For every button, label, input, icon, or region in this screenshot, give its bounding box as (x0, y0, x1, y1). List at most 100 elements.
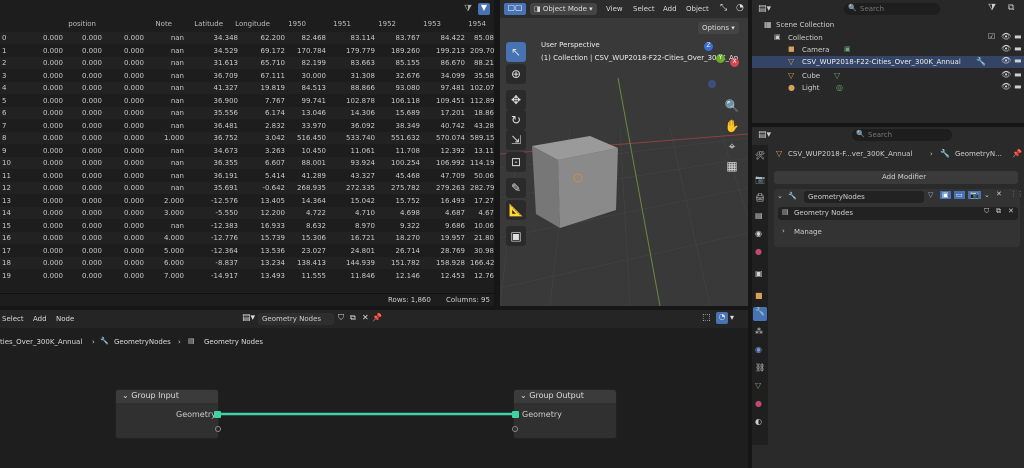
table-cell: 86.670 (440, 59, 466, 67)
manage-chevron-icon[interactable]: › (782, 227, 785, 235)
move-tool-icon[interactable]: ✥ (506, 90, 526, 110)
rotate-tool-icon[interactable]: ↻ (506, 110, 526, 130)
physics-tab-icon[interactable]: ◉ (755, 345, 762, 354)
gizmo-icon[interactable]: ⤡ (720, 3, 727, 13)
outliner-row-cube[interactable]: ▽ Cube ▽ 👁 ▬ (752, 70, 1024, 81)
realtime-icon[interactable]: ▭ (954, 191, 965, 199)
zoom-icon[interactable]: 🔍 (722, 96, 742, 116)
select-tool-icon[interactable]: ↖ (506, 42, 526, 62)
outliner-row-light[interactable]: ● Light ◎ 👁 ▬ (752, 82, 1024, 93)
output-tab-icon[interactable]: 🖨 (755, 193, 765, 202)
manage-label[interactable]: Manage (794, 228, 822, 236)
texture-tab-icon[interactable]: ◐ (755, 417, 762, 426)
close-icon[interactable]: ✕ (996, 190, 1002, 198)
gizmo-x[interactable]: X (730, 58, 739, 67)
dropdown-icon[interactable]: ⌄ (984, 191, 990, 199)
node-editor[interactable]: Select Add Node ▤▾ Geometry Nodes ⛉ ⧉ ✕ … (0, 310, 748, 468)
outliner-row-collection[interactable]: ▣ Collection ☑ 👁 ▬ (752, 32, 1024, 43)
measure-tool-icon[interactable]: 📐 (506, 200, 526, 220)
eye-icon[interactable]: 👁 (1001, 44, 1011, 53)
edit-mode-icon[interactable]: ▽ (928, 191, 933, 199)
table-cell: 0.000 (123, 146, 144, 155)
modifier-name-field[interactable]: GeometryNodes (804, 191, 924, 203)
object-mode-dropdown[interactable]: ◨ Object Mode ▾ (530, 3, 597, 15)
camera-icon[interactable]: ▬ (1014, 32, 1022, 41)
unlink-icon[interactable]: ✕ (1008, 207, 1014, 215)
menu-view[interactable]: View (606, 5, 623, 13)
outliner-row-camera[interactable]: ■ Camera ▣ 👁 ▬ (752, 44, 1024, 55)
group-input-node[interactable]: ⌄ Group Input Geometry (115, 389, 221, 439)
gizmo-neg-x[interactable] (708, 80, 716, 88)
gizmo-y[interactable]: Y (716, 54, 725, 63)
filter-icon[interactable]: ⧩ (988, 3, 996, 13)
data-tab-icon[interactable]: ▽ (755, 381, 761, 390)
eye-icon[interactable]: 👁 (1001, 56, 1011, 65)
add-modifier-button[interactable]: Add Modifier (774, 171, 1018, 184)
table-row: 17 0.000 0.000 0.000 5.000 -12.364 13.536 23.02… (0, 244, 494, 257)
menu-add[interactable]: Add (663, 5, 677, 13)
table-cell: 0.000 (123, 84, 144, 92)
table-row: 13 0.000 0.000 0.000 2.000 -12.576 13.405 14.36… (0, 194, 494, 207)
world-tab-icon[interactable]: ● (755, 247, 762, 256)
eye-icon[interactable]: 👁 (1001, 32, 1011, 41)
modifier-tab-icon[interactable]: 🔧 (753, 307, 767, 321)
overlay-icon[interactable]: ◔ (736, 3, 744, 13)
outliner-editor-icon[interactable]: ▤▾ (758, 4, 771, 14)
view-layer-tab-icon[interactable]: ▤ (755, 211, 763, 220)
drag-handle-icon[interactable]: ⋮⋮ (1010, 190, 1024, 198)
new-collection-icon[interactable]: ⧉ (1008, 3, 1014, 13)
particles-tab-icon[interactable]: ⁂ (755, 327, 763, 336)
constraints-tab-icon[interactable]: ⛓ (755, 363, 765, 372)
properties-editor-icon[interactable]: ▤▾ (758, 130, 771, 140)
group-output-node[interactable]: ⌄ Group Output Geometry (512, 389, 617, 439)
chevron-down-icon[interactable]: ⌄ (122, 391, 129, 400)
checkbox-icon[interactable]: ☑ (988, 32, 995, 41)
3d-viewport[interactable]: ▢▢ ◨ Object Mode ▾ View Select Add Objec… (500, 0, 748, 306)
camera-icon[interactable]: ▬ (1014, 56, 1022, 65)
cursor-tool-icon[interactable]: ⊕ (506, 64, 526, 84)
object-tab-icon[interactable]: ■ (755, 291, 763, 300)
chevron-down-icon[interactable]: ⌄ (777, 192, 783, 200)
shield-icon[interactable]: ⛉ (984, 207, 989, 216)
eye-icon[interactable]: 👁 (1001, 70, 1011, 79)
pin-icon[interactable]: 📌 (1012, 149, 1022, 158)
annotate-tool-icon[interactable]: ✎ (506, 178, 526, 198)
grid-view-icon[interactable]: ▦ (722, 156, 742, 176)
scale-tool-icon[interactable]: ⇲ (506, 130, 526, 150)
output-empty-socket[interactable] (512, 426, 518, 432)
filter-icon[interactable]: ⧩ (464, 4, 474, 14)
render-icon[interactable]: 📷 (968, 191, 981, 199)
camera-icon[interactable]: ▬ (1014, 44, 1022, 53)
eye-icon[interactable]: 👁 (1001, 82, 1011, 91)
group-output-header[interactable]: ⌄ Group Output (514, 390, 616, 403)
collection-tab-icon[interactable]: ▣ (755, 269, 763, 278)
output-geometry-socket[interactable] (512, 411, 519, 418)
camera-view-icon[interactable]: ⌖ (722, 136, 742, 156)
scene-tab-icon[interactable]: ◉ (755, 229, 762, 238)
select-box-icon[interactable]: ▢▢ (504, 3, 526, 15)
table-cell: 209.70 (470, 46, 495, 55)
outliner-row-csv[interactable]: ▽ CSV_WUP2018-F22-Cities_Over_300K_Annua… (752, 56, 1024, 68)
camera-icon[interactable]: ▬ (1014, 82, 1022, 91)
navigation-gizmo[interactable]: Z X Y (696, 40, 742, 90)
menu-object[interactable]: Object (686, 5, 709, 13)
outliner-search[interactable]: 🔍 Search (844, 3, 940, 15)
chevron-down-icon[interactable]: ⌄ (520, 391, 527, 400)
tool-tab-icon[interactable]: 🛠 (755, 151, 765, 160)
group-input-header[interactable]: ⌄ Group Input (116, 390, 218, 403)
funnel-icon[interactable]: ▼ (478, 3, 490, 15)
material-tab-icon[interactable]: ● (755, 399, 762, 408)
cage-icon[interactable]: ▣ (940, 191, 951, 199)
duplicate-icon[interactable]: ⧉ (996, 207, 1001, 216)
camera-icon[interactable]: ▬ (1014, 70, 1022, 79)
menu-select[interactable]: Select (633, 5, 655, 13)
render-tab-icon[interactable]: 📷 (755, 175, 765, 184)
properties-search[interactable]: 🔍 Search (852, 129, 952, 141)
gizmo-z[interactable]: Z (704, 42, 713, 51)
add-cube-tool-icon[interactable]: ▣ (506, 226, 526, 246)
input-empty-socket[interactable] (215, 426, 221, 432)
input-geometry-socket[interactable] (214, 411, 221, 418)
node-group-field[interactable]: ▤ Geometry Nodes ⛉ ⧉ ✕ (778, 207, 1018, 220)
transform-tool-icon[interactable]: ⊡ (506, 152, 526, 172)
hand-icon[interactable]: ✋ (722, 116, 742, 136)
